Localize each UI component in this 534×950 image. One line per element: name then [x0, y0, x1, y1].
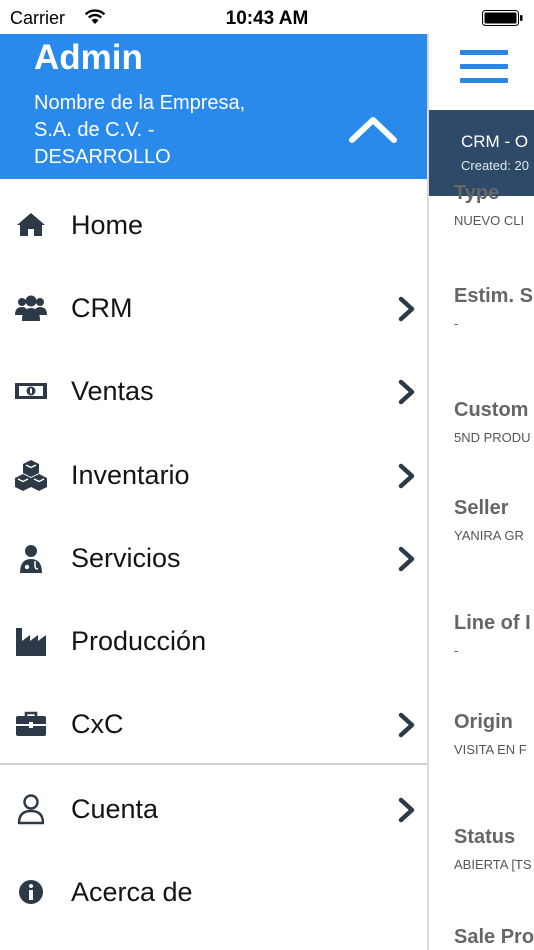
chevron-right-icon — [398, 379, 415, 405]
field-line: Line of I - — [454, 612, 531, 658]
field-label: Custom — [454, 399, 529, 421]
hamburger-menu-icon[interactable] — [460, 50, 508, 86]
field-value: 5ND PRODU — [454, 430, 531, 445]
chevron-right-icon — [398, 712, 415, 738]
cubes-icon — [15, 460, 47, 491]
money-icon — [15, 383, 47, 399]
menu-label: Ventas — [71, 376, 154, 406]
info-icon — [19, 880, 43, 904]
field-value: VISITA EN F — [454, 742, 527, 757]
field-seller: Seller YANIRA GR — [454, 497, 524, 543]
field-label: Status — [454, 826, 516, 848]
clock: 10:43 AM — [225, 8, 309, 29]
chevron-right-icon — [398, 463, 415, 489]
drawer-header[interactable]: Admin Nombre de la Empresa, S.A. de C.V.… — [0, 34, 427, 179]
record-title: CRM - O — [461, 132, 529, 151]
field-label: Seller — [454, 497, 509, 519]
menu-item-servicios[interactable]: Servicios — [0, 519, 427, 599]
user-outline-icon — [17, 794, 45, 825]
field-origin: Origin VISITA EN F — [454, 711, 527, 757]
menu-label: Cuenta — [71, 794, 159, 824]
chevron-right-icon — [398, 546, 415, 572]
user-name: Admin — [34, 38, 143, 77]
menu-item-ventas[interactable]: Ventas — [0, 352, 427, 432]
field-label: Estim. S — [454, 285, 533, 307]
status-bar: Carrier 10:43 AM — [0, 0, 534, 34]
company-line: DESARROLLO — [34, 146, 171, 168]
field-value: - — [454, 643, 459, 658]
menu-label: Servicios — [71, 543, 181, 573]
company-name: Nombre de la Empresa, S.A. de C.V. - DES… — [34, 90, 334, 171]
menu-label: CxC — [71, 709, 124, 739]
menu-label: CRM — [71, 293, 133, 323]
field-label: Type — [454, 182, 500, 204]
field-label: Origin — [454, 711, 513, 733]
menu-item-home[interactable]: Home — [0, 186, 427, 266]
menu-item-acerca-de[interactable]: Acerca de — [0, 853, 427, 933]
user-md-icon — [20, 545, 42, 573]
field-type: Type NUEVO CLI — [454, 182, 524, 228]
company-line: S.A. de C.V. - — [34, 119, 155, 141]
field-value: ABIERTA [TS — [454, 857, 532, 872]
menu-label: Acerca de — [71, 877, 193, 907]
menu-label: Inventario — [71, 460, 190, 490]
menu-item-cuenta[interactable]: Cuenta — [0, 770, 427, 850]
background-navbar — [428, 34, 534, 110]
field-estim: Estim. S - — [454, 285, 533, 331]
menu-item-inventario[interactable]: Inventario — [0, 436, 427, 516]
company-line: Nombre de la Empresa, — [34, 92, 246, 114]
menu-label: Home — [71, 210, 144, 240]
side-drawer: Admin Nombre de la Empresa, S.A. de C.V.… — [0, 34, 427, 950]
menu-label: Producción — [71, 626, 207, 656]
field-sale: Sale Pro — [454, 926, 534, 949]
background-screen: CRM - O Created: 20 Type NUEVO CLI Estim… — [428, 34, 534, 950]
home-icon — [17, 213, 45, 236]
chevron-up-icon[interactable] — [346, 112, 400, 146]
menu-item-cxc[interactable]: CxC — [0, 685, 427, 765]
briefcase-icon — [16, 711, 46, 736]
users-icon — [15, 295, 47, 321]
field-value: - — [454, 316, 459, 331]
chevron-right-icon — [398, 797, 415, 823]
field-status: Status ABIERTA [TS — [454, 826, 532, 872]
industry-icon — [16, 628, 46, 656]
record-created: Created: 20 — [461, 158, 529, 173]
field-label: Sale Pro — [454, 926, 534, 948]
chevron-right-icon — [398, 296, 415, 322]
menu-item-crm[interactable]: CRM — [0, 269, 427, 349]
menu-item-produccion[interactable]: Producción — [0, 602, 427, 682]
field-customer: Custom 5ND PRODU — [454, 399, 531, 445]
battery-icon — [482, 10, 523, 26]
field-value: YANIRA GR — [454, 528, 524, 543]
field-value: NUEVO CLI — [454, 213, 525, 228]
field-label: Line of I — [454, 612, 531, 634]
menu-divider — [0, 763, 427, 765]
